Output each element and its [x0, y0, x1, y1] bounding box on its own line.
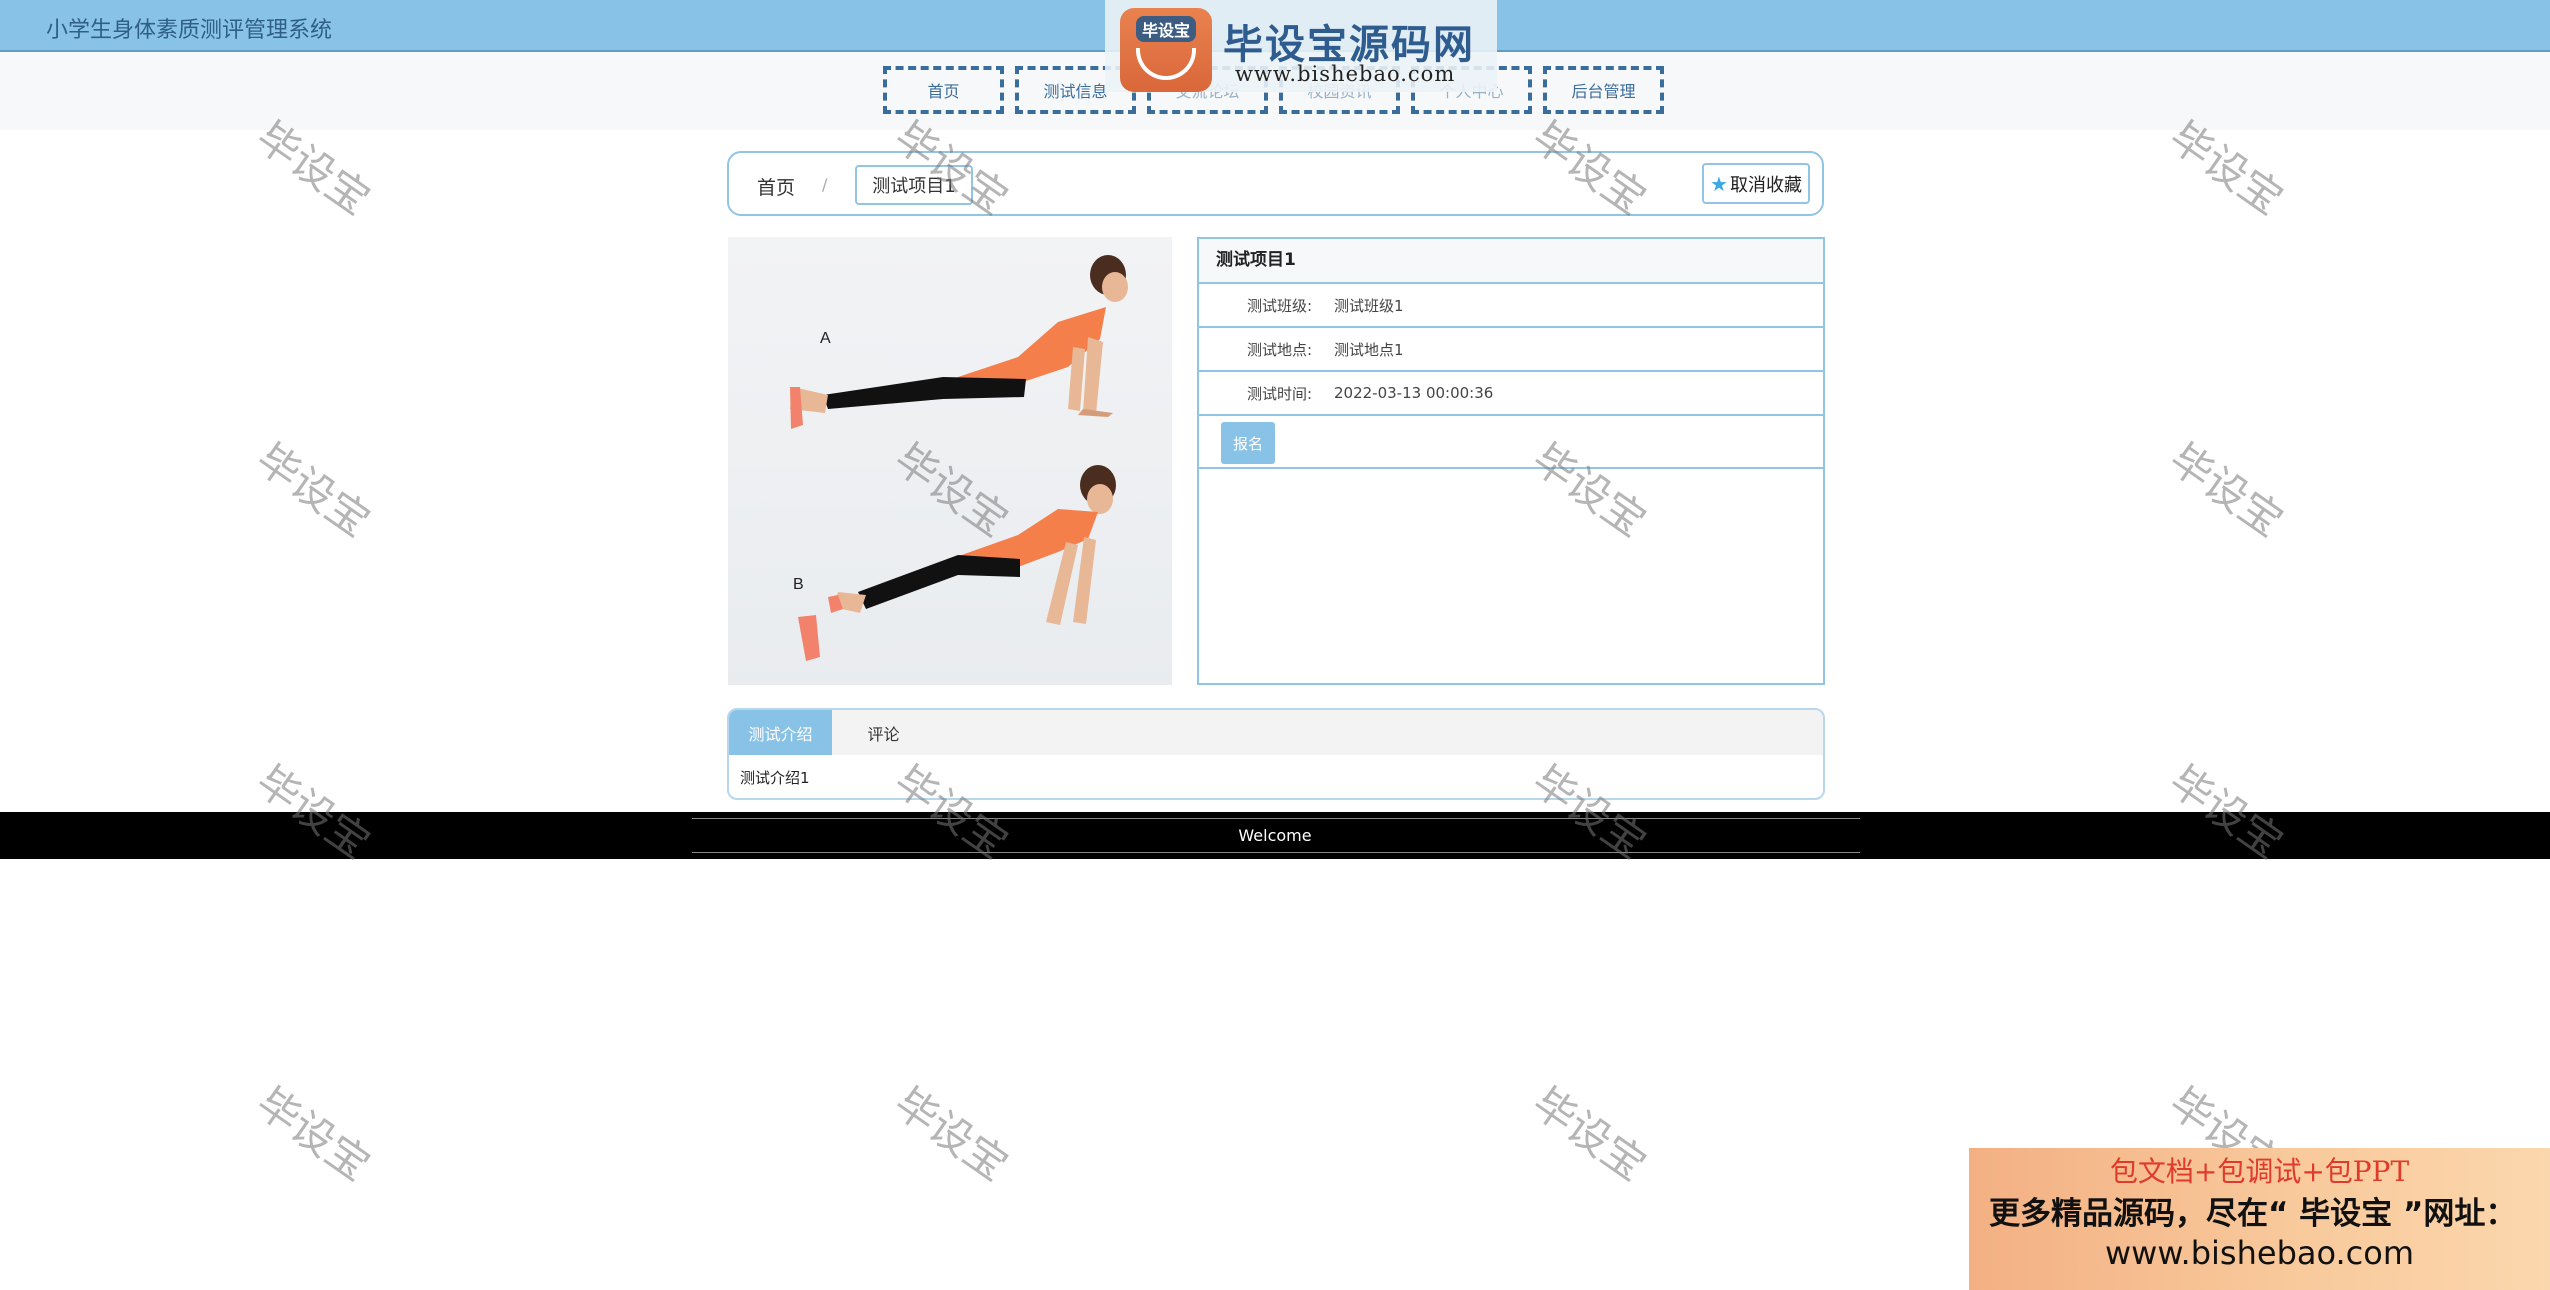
detail-tabs: 测试介绍 评论 测试介绍1	[727, 708, 1825, 800]
detail-value: 测试地点1	[1334, 340, 1404, 359]
watermark-text: 毕设宝	[1523, 1077, 1655, 1191]
pushup-illustration: A B	[790, 255, 1128, 661]
promo-line-1: 包文档+包调试+包PPT	[2109, 1155, 2410, 1188]
detail-action-row: 报名	[1199, 416, 1823, 469]
watermark-text: 毕设宝	[247, 433, 379, 547]
photo-label-a: A	[820, 330, 831, 347]
signup-button[interactable]: 报名	[1221, 422, 1275, 464]
breadcrumb: 首页 / 测试项目1 ★ 取消收藏	[727, 151, 1824, 216]
detail-row-time: 测试时间: 2022-03-13 00:00:36	[1199, 372, 1823, 416]
promo-banner[interactable]: 包文档+包调试+包PPT 更多精品源码，尽在“ 毕设宝 ”网址： www.bis…	[1969, 1148, 2550, 1290]
cancel-favorite-button[interactable]: ★ 取消收藏	[1702, 163, 1810, 204]
watermark-text: 毕设宝	[885, 1077, 1017, 1191]
breadcrumb-separator: /	[822, 175, 828, 194]
tab-comments[interactable]: 评论	[832, 710, 935, 755]
detail-row-location: 测试地点: 测试地点1	[1199, 328, 1823, 372]
photo-label-b: B	[793, 576, 804, 593]
brand-logo-icon: 毕设宝	[1120, 8, 1212, 92]
star-icon: ★	[1710, 171, 1728, 196]
promo-line-2: 更多精品源码，尽在“ 毕设宝 ”网址：	[1989, 1196, 2517, 1232]
tab-header: 测试介绍 评论	[729, 710, 1823, 755]
detail-row-class: 测试班级: 测试班级1	[1199, 284, 1823, 328]
watermark-text: 毕设宝	[247, 1077, 379, 1191]
brand-url: www.bishebao.com	[1235, 62, 1456, 86]
watermark-text: 毕设宝	[2160, 433, 2292, 547]
cancel-favorite-label: 取消收藏	[1729, 174, 1802, 196]
brand-watermark: 毕设宝 毕设宝源码网 www.bishebao.com	[1105, 0, 1497, 92]
nav-item-admin[interactable]: 后台管理	[1543, 66, 1664, 114]
detail-title: 测试项目1	[1199, 239, 1823, 284]
footer: Welcome	[0, 812, 2550, 859]
breadcrumb-home-link[interactable]: 首页	[757, 173, 795, 200]
promo-url: www.bishebao.com	[2104, 1234, 2415, 1272]
tab-test-intro[interactable]: 测试介绍	[729, 710, 832, 755]
detail-value: 测试班级1	[1334, 296, 1404, 315]
test-item-detail-panel: 测试项目1 测试班级: 测试班级1 测试地点: 测试地点1 测试时间: 2022…	[1197, 237, 1825, 685]
detail-key: 测试班级:	[1246, 296, 1312, 315]
detail-key: 测试地点:	[1246, 340, 1312, 359]
nav-item-home[interactable]: 首页	[883, 66, 1004, 114]
breadcrumb-current: 测试项目1	[855, 165, 973, 205]
detail-value: 2022-03-13 00:00:36	[1334, 384, 1494, 402]
brand-logo-text: 毕设宝	[1135, 16, 1196, 42]
detail-key: 测试时间:	[1246, 384, 1312, 403]
test-item-image: A B	[728, 237, 1172, 685]
footer-welcome: Welcome	[1238, 826, 1312, 845]
system-title: 小学生身体素质测评管理系统	[46, 18, 333, 43]
tab-content: 测试介绍1	[740, 769, 810, 787]
